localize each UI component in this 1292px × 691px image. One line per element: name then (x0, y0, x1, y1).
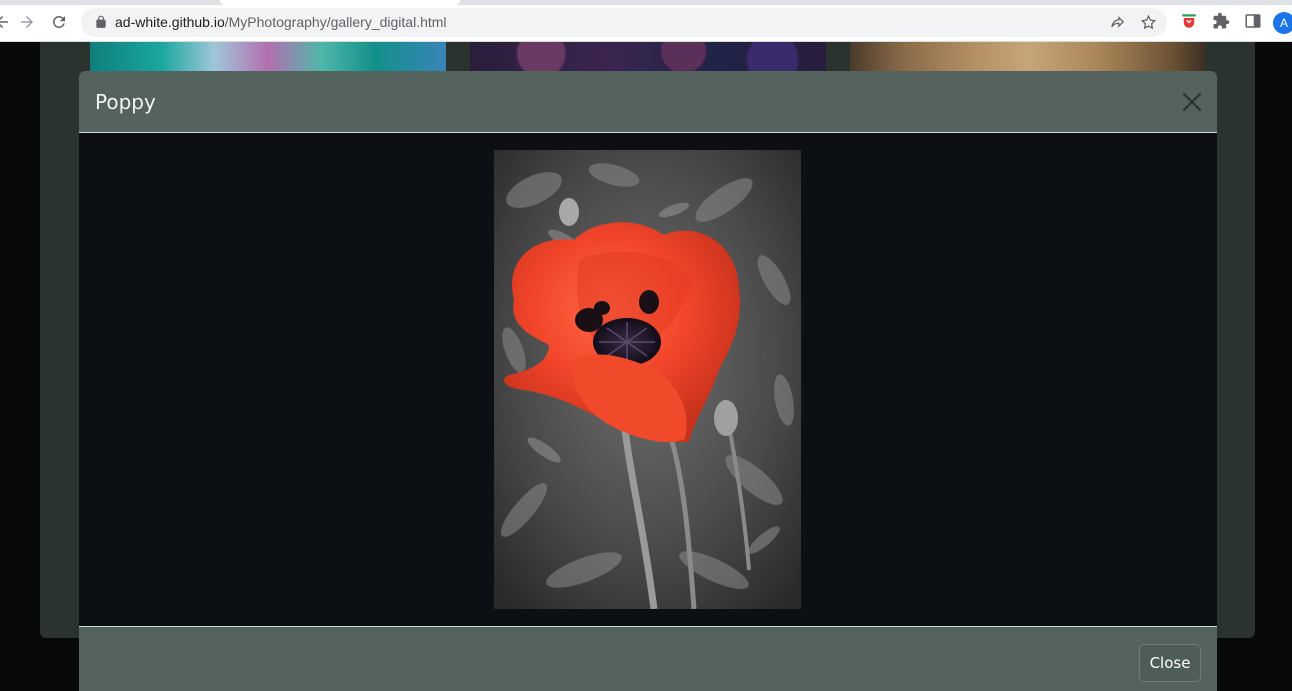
poppy-photo (494, 150, 801, 609)
url-path: /MyPhotography/gallery_digital.html (224, 14, 447, 30)
forward-icon[interactable] (17, 12, 37, 32)
lock-icon[interactable] (94, 15, 108, 29)
back-icon[interactable] (0, 12, 12, 32)
gallery-thumbnail[interactable] (90, 42, 446, 71)
modal-body (79, 133, 1217, 626)
bookmark-star-icon[interactable] (1140, 14, 1157, 31)
url-host: ad-white.github.io (115, 14, 225, 30)
extension-shield-icon[interactable] (1180, 12, 1198, 30)
share-icon[interactable] (1109, 14, 1126, 31)
modal-footer: Close (79, 626, 1217, 691)
gallery-thumbnail[interactable] (470, 42, 826, 71)
reload-icon[interactable] (49, 12, 69, 32)
address-bar[interactable]: ad-white.github.io/MyPhotography/gallery… (81, 8, 1167, 37)
browser-toolbar: ad-white.github.io/MyPhotography/gallery… (0, 0, 1292, 42)
tab-strip (0, 0, 1292, 5)
side-panel-icon[interactable] (1244, 12, 1262, 30)
gallery-thumbnail[interactable] (850, 42, 1206, 71)
photo-modal: Poppy Close (79, 71, 1217, 691)
extensions-puzzle-icon[interactable] (1212, 12, 1230, 30)
modal-header: Poppy (79, 71, 1217, 133)
url-text[interactable]: ad-white.github.io/MyPhotography/gallery… (115, 14, 447, 31)
profile-avatar[interactable]: A (1273, 12, 1292, 34)
close-icon[interactable] (1181, 91, 1203, 113)
close-button[interactable]: Close (1139, 644, 1201, 682)
active-tab[interactable] (220, 0, 460, 5)
modal-title: Poppy (95, 90, 156, 114)
